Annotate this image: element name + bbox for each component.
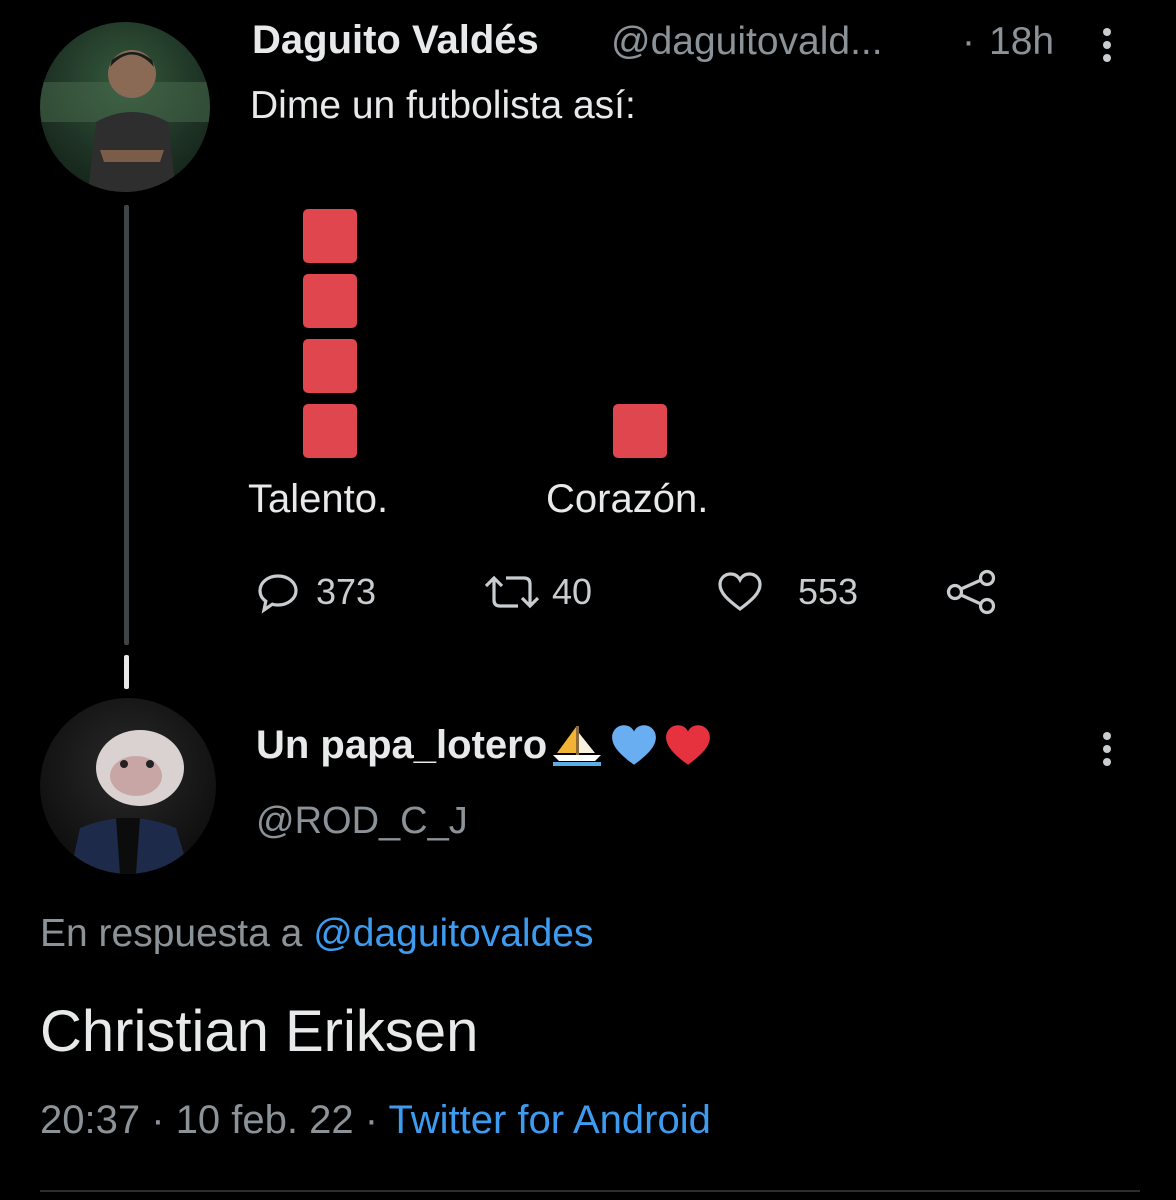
comment-icon: [258, 574, 298, 614]
more-vertical-icon[interactable]: [1102, 732, 1112, 771]
meta-separator: ·: [364, 1098, 379, 1142]
bar-square-corazon: [613, 404, 667, 458]
author-avatar[interactable]: [40, 22, 210, 192]
reply-author-name[interactable]: Un papa_lotero: [256, 722, 713, 768]
reply-author-avatar[interactable]: [40, 698, 216, 874]
avatar-photo-icon: [70, 730, 190, 874]
in-reply-to: En respuesta a @daguitovaldes: [40, 912, 593, 956]
meta-separator: ·: [151, 1098, 165, 1142]
like-count: 553: [798, 571, 859, 612]
retweet-icon: [484, 575, 540, 609]
reply-time[interactable]: 20:37: [40, 1098, 140, 1142]
thread-line-tail: [124, 655, 129, 689]
author-name[interactable]: Daguito Valdés: [252, 18, 539, 63]
bar-label: Talento.: [248, 477, 388, 521]
retweet-action[interactable]: 40: [480, 568, 592, 616]
share-icon: [946, 569, 996, 615]
avatar-photo-icon: [40, 50, 210, 192]
reply-count: 373: [316, 571, 377, 612]
more-vertical-icon[interactable]: [1102, 28, 1112, 67]
retweet-count: 40: [552, 571, 593, 612]
source-link[interactable]: Twitter for Android: [388, 1098, 710, 1142]
bar-square-talento: [303, 339, 357, 393]
thread-line: [124, 205, 129, 645]
blue-heart-emoji: [612, 725, 657, 765]
tweet-meta: 20:37 · 10 feb. 22 · Twitter for Android: [40, 1098, 711, 1143]
bar-chart-svg: Talento. Corazón.: [248, 209, 708, 521]
reply-author-name-text: Un papa_lotero: [256, 722, 548, 767]
tweet-time[interactable]: 18h: [989, 20, 1054, 64]
divider: [40, 1190, 1140, 1192]
header-separator: ·: [962, 20, 975, 63]
heart-icon: [718, 572, 762, 612]
sailboat-emoji: [553, 726, 602, 766]
reply-date[interactable]: 10 feb. 22: [176, 1098, 354, 1142]
reply-action[interactable]: 373: [256, 568, 376, 616]
tweet-bar-chart: Talento. Corazón.: [240, 190, 800, 540]
bar-square-talento: [303, 209, 357, 263]
bar-square-talento: [303, 404, 357, 458]
red-heart-emoji: [666, 725, 711, 765]
author-handle[interactable]: @daguitovald...: [611, 20, 883, 64]
bar-square-talento: [303, 274, 357, 328]
share-action[interactable]: [944, 568, 998, 616]
in-reply-mention-link[interactable]: @daguitovaldes: [313, 912, 593, 955]
in-reply-prefix: En respuesta a: [40, 912, 303, 955]
reply-text: Christian Eriksen: [40, 999, 479, 1064]
tweet-text: Dime un futbolista así:: [250, 84, 636, 127]
bar-label: Corazón.: [546, 477, 708, 521]
reply-author-handle[interactable]: @ROD_C_J: [256, 800, 468, 843]
like-action[interactable]: 553: [716, 568, 858, 616]
